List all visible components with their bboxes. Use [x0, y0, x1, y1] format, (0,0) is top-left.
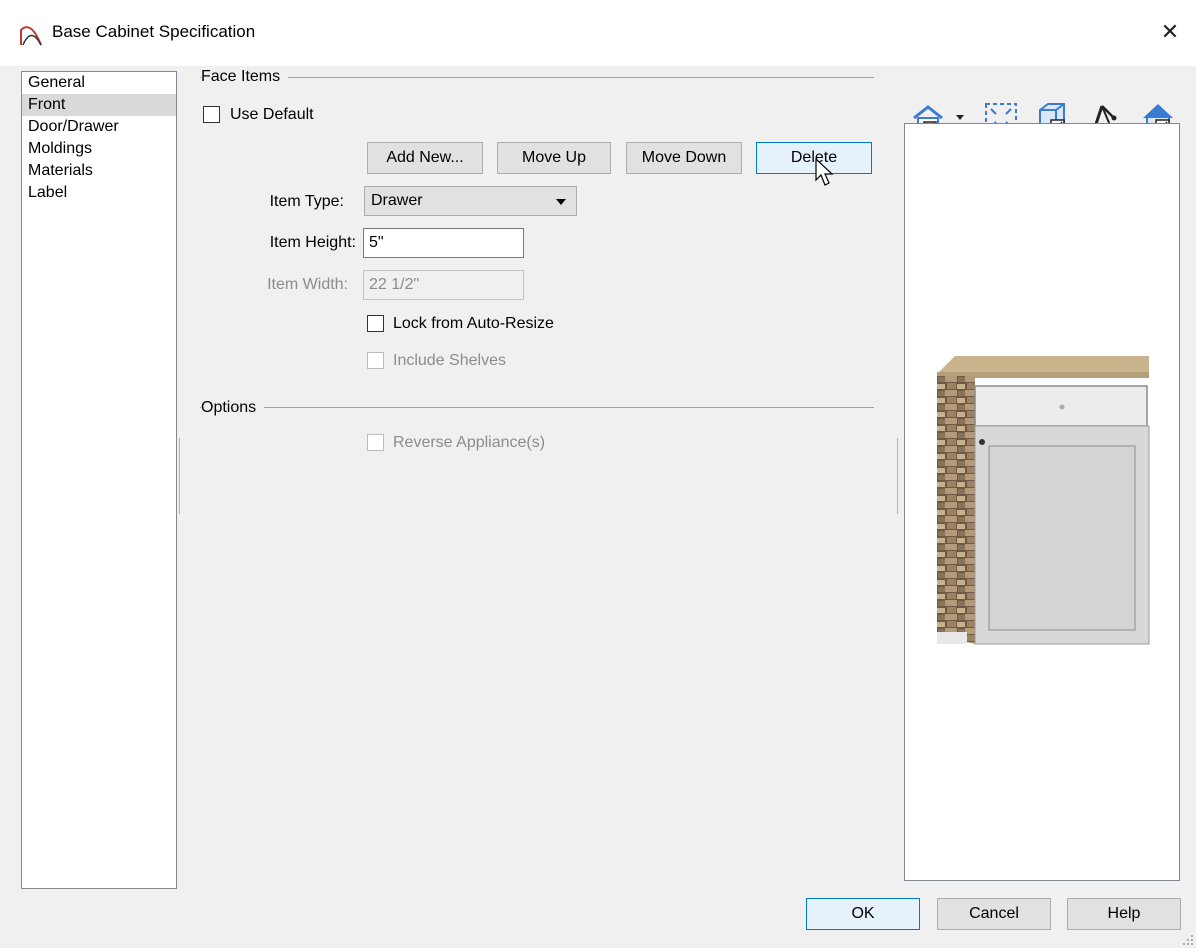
item-width-label: Item Width:	[267, 276, 348, 293]
window-title: Base Cabinet Specification	[52, 22, 256, 41]
cancel-button[interactable]: Cancel	[937, 898, 1051, 930]
mouse-cursor-icon	[815, 158, 834, 186]
ok-button[interactable]: OK	[806, 898, 920, 930]
nav-item-front[interactable]: Front	[22, 94, 176, 116]
chevron-down-icon	[556, 199, 566, 205]
close-button[interactable]: ✕	[1152, 16, 1188, 48]
help-button[interactable]: Help	[1067, 898, 1181, 930]
options-divider	[200, 407, 874, 408]
lock-auto-resize-checkbox[interactable]	[367, 315, 384, 332]
item-type-value: Drawer	[371, 192, 423, 209]
reverse-appliance-label: Reverse Appliance(s)	[393, 434, 546, 451]
preview-pane[interactable]	[904, 123, 1180, 881]
nav-item-door-drawer[interactable]: Door/Drawer	[22, 116, 176, 138]
add-new-button[interactable]: Add New...	[367, 142, 483, 174]
resize-grip-icon[interactable]	[1182, 934, 1194, 946]
nav-item-label[interactable]: Label	[22, 182, 176, 204]
nav-item-materials[interactable]: Materials	[22, 160, 176, 182]
item-height-input[interactable]	[363, 228, 524, 258]
move-up-button[interactable]: Move Up	[497, 142, 611, 174]
right-splitter[interactable]	[897, 438, 898, 514]
lock-auto-resize-label: Lock from Auto-Resize	[393, 315, 554, 332]
item-type-label: Item Type:	[269, 193, 344, 210]
item-width-input	[363, 270, 524, 300]
category-list[interactable]: General Front Door/Drawer Moldings Mater…	[21, 71, 177, 889]
item-height-label: Item Height:	[269, 234, 356, 251]
include-shelves-label: Include Shelves	[393, 352, 506, 369]
options-group-label: Options	[201, 399, 265, 417]
use-default-label: Use Default	[230, 106, 314, 123]
left-splitter[interactable]	[179, 438, 180, 514]
item-type-select[interactable]: Drawer	[364, 186, 577, 216]
include-shelves-checkbox	[367, 352, 384, 369]
face-items-group-label: Face Items	[201, 68, 289, 86]
face-items-divider	[200, 77, 874, 78]
title-bar: Base Cabinet Specification ✕	[0, 0, 1196, 66]
cabinet-preview-image	[937, 356, 1150, 645]
use-default-checkbox[interactable]	[203, 106, 220, 123]
reverse-appliance-checkbox	[367, 434, 384, 451]
app-arch-icon	[20, 26, 42, 46]
nav-item-moldings[interactable]: Moldings	[22, 138, 176, 160]
nav-item-general[interactable]: General	[22, 72, 176, 94]
move-down-button[interactable]: Move Down	[626, 142, 742, 174]
